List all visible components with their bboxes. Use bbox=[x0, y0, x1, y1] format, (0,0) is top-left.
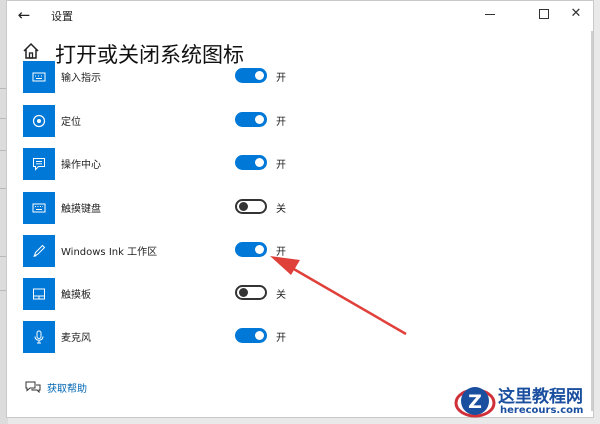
annotation-arrow bbox=[270, 256, 407, 336]
watermark-logo-icon: Z bbox=[454, 387, 496, 418]
watermark-url: herecours.com bbox=[500, 405, 584, 416]
svg-text:Z: Z bbox=[468, 391, 482, 413]
watermark-title: 这里教程网 bbox=[498, 387, 583, 407]
watermark: Z 这里教程网 herecours.com bbox=[454, 378, 600, 424]
